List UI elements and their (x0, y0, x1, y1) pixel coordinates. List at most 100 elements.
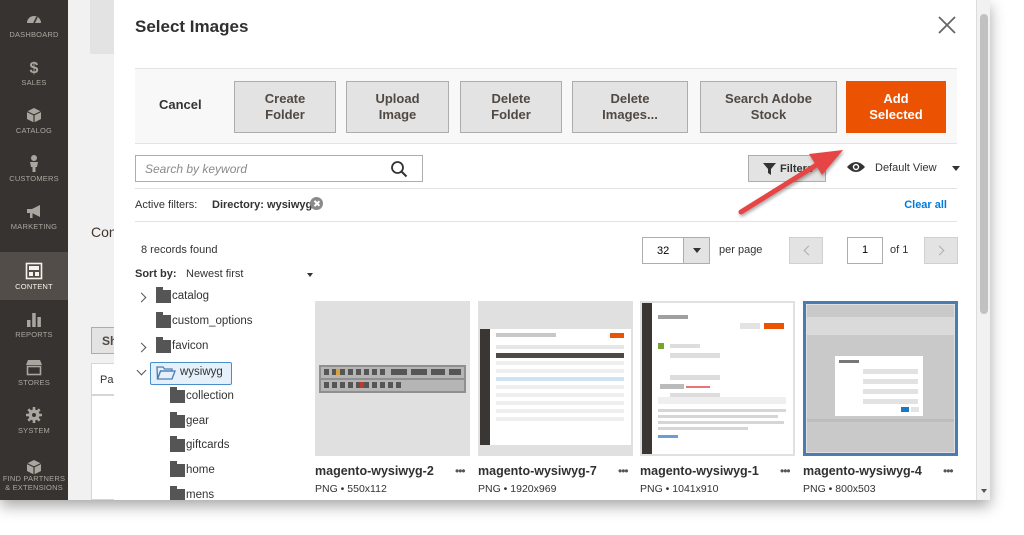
delete-images-button[interactable]: Delete Images... (572, 81, 688, 133)
toolbar-screenshot-preview (319, 365, 466, 393)
image-card[interactable]: magento-wysiwyg-2 ••• PNG • 550x112 (315, 301, 470, 500)
image-size: 550x112 (347, 483, 387, 495)
sort-label: Sort by: (135, 268, 177, 280)
tree-item-label: gear (186, 415, 210, 427)
image-name: magento-wysiwyg-7 (478, 464, 597, 478)
more-options-icon[interactable]: ••• (943, 464, 954, 478)
close-icon[interactable] (936, 14, 958, 36)
add-selected-button[interactable]: Add Selected (846, 81, 946, 133)
tree-item-home[interactable]: home (170, 461, 290, 484)
filters-button[interactable]: Filters (748, 155, 826, 182)
page-number-input[interactable]: 1 (847, 237, 883, 264)
sidebar-item-label: SYSTEM (17, 426, 51, 435)
chevron-right-icon (934, 245, 945, 256)
modal-toolbar: Cancel Create Folder Upload Image Delete… (135, 68, 957, 144)
tree-item-collection[interactable]: collection (170, 387, 290, 410)
more-options-icon[interactable]: ••• (618, 464, 629, 478)
funnel-icon (763, 163, 776, 175)
filters-label: Filters (780, 163, 814, 175)
tree-item-mens[interactable]: mens (170, 486, 290, 500)
sidebar-item-label: CONTENT (15, 282, 53, 291)
folder-icon (170, 461, 185, 477)
image-meta: PNG • 1920x969 (478, 483, 557, 495)
tree-item-wysiwyg[interactable]: wysiwyg (136, 364, 288, 386)
sidebar-item-label: SALES (21, 78, 47, 87)
image-thumbnail[interactable] (478, 301, 633, 456)
background-section-label: Con (91, 224, 117, 240)
image-meta: PNG • 800x503 (803, 483, 876, 495)
image-card[interactable]: magento-wysiwyg-7 ••• PNG • 1920x969 (478, 301, 633, 500)
folder-icon (156, 337, 171, 353)
page-total: of 1 (890, 244, 909, 256)
page-scrollbar[interactable] (976, 0, 990, 500)
clear-all-link[interactable]: Clear all (904, 199, 947, 211)
folder-icon (156, 287, 171, 303)
eye-icon (847, 162, 865, 172)
folder-icon (170, 436, 185, 452)
dashboard-icon (27, 16, 41, 24)
create-folder-button[interactable]: Create Folder (234, 81, 336, 133)
chevron-right-icon[interactable] (136, 292, 147, 303)
image-card[interactable]: magento-wysiwyg-1 ••• PNG • 1041x910 (640, 301, 795, 500)
tree-item-gear[interactable]: gear (170, 412, 290, 435)
per-page-value: 32 (657, 245, 670, 257)
cancel-button[interactable]: Cancel (159, 97, 202, 112)
sidebar-item-customers[interactable]: CUSTOMERS (0, 144, 68, 192)
sidebar-item-system[interactable]: SYSTEM (0, 396, 68, 444)
sidebar-item-sales[interactable]: $ SALES (0, 48, 68, 96)
content-icon (25, 262, 43, 280)
remove-filter-icon[interactable] (310, 197, 323, 210)
image-name: magento-wysiwyg-1 (640, 464, 759, 478)
sort-select[interactable]: Newest first (186, 268, 316, 280)
sidebar-item-content[interactable]: CONTENT (0, 252, 68, 300)
next-page-button[interactable] (924, 237, 958, 264)
view-label: Default View (875, 162, 937, 174)
chevron-down-icon[interactable] (136, 365, 147, 376)
search-adobe-stock-button[interactable]: Search Adobe Stock (700, 81, 837, 133)
per-page-select[interactable]: 32 (642, 237, 710, 264)
sidebar-item-stores[interactable]: STORES (0, 348, 68, 396)
sidebar-item-label: MARKETING (10, 222, 58, 231)
chevron-right-icon[interactable] (136, 342, 147, 353)
sidebar-item-label: STORES (18, 378, 50, 387)
person-icon (30, 155, 38, 172)
image-thumbnail[interactable] (640, 301, 795, 456)
tree-item-label: favicon (172, 340, 209, 352)
select-images-modal: Select Images Cancel Create Folder Uploa… (114, 0, 976, 500)
admin-sidebar: DASHBOARD $ SALES CATALOG CUSTOMERS MARK… (0, 0, 68, 500)
search-icon[interactable] (390, 160, 408, 178)
tree-item-catalog[interactable]: catalog (136, 287, 288, 310)
image-meta: PNG • 550x112 (315, 483, 387, 495)
sidebar-item-dashboard[interactable]: DASHBOARD (0, 0, 68, 48)
tree-item-label: mens (186, 489, 215, 500)
more-options-icon[interactable]: ••• (780, 464, 791, 478)
folder-icon (170, 387, 185, 403)
tree-item-custom-options[interactable]: custom_options (138, 312, 288, 335)
tree-item-favicon[interactable]: favicon (136, 337, 288, 360)
image-thumbnail[interactable] (315, 301, 470, 456)
megaphone-icon (27, 205, 40, 218)
delete-folder-button[interactable]: Delete Folder (460, 81, 562, 133)
previous-page-button[interactable] (789, 237, 823, 264)
image-type: PNG (478, 483, 501, 495)
page-editor-screenshot-preview (642, 303, 793, 454)
sidebar-item-label: CATALOG (15, 126, 53, 135)
filter-chip-label: Directory: wysiwyg (212, 199, 313, 211)
more-options-icon[interactable]: ••• (455, 464, 466, 478)
scroll-down-arrow-icon[interactable] (981, 489, 987, 493)
sidebar-item-catalog[interactable]: CATALOG (0, 96, 68, 144)
image-card-selected[interactable]: magento-wysiwyg-4 ••• PNG • 800x503 (803, 301, 958, 500)
scrollbar-thumb[interactable] (980, 14, 988, 314)
sidebar-item-label: CUSTOMERS (9, 174, 59, 183)
admin-grid-screenshot-preview (480, 329, 631, 445)
image-thumbnail[interactable] (803, 301, 958, 456)
sort-value: Newest first (186, 268, 244, 280)
cube-icon (26, 108, 42, 123)
sidebar-item-marketing[interactable]: MARKETING (0, 192, 68, 240)
search-input[interactable]: Search by keyword (135, 155, 423, 182)
sidebar-item-reports[interactable]: REPORTS (0, 300, 68, 348)
sidebar-item-find-partners[interactable]: FIND PARTNERS & EXTENSIONS (0, 448, 68, 496)
active-filters-bar: Active filters: Directory: wysiwyg Clear… (135, 188, 957, 222)
upload-image-button[interactable]: Upload Image (346, 81, 449, 133)
tree-item-giftcards[interactable]: giftcards (170, 436, 290, 459)
